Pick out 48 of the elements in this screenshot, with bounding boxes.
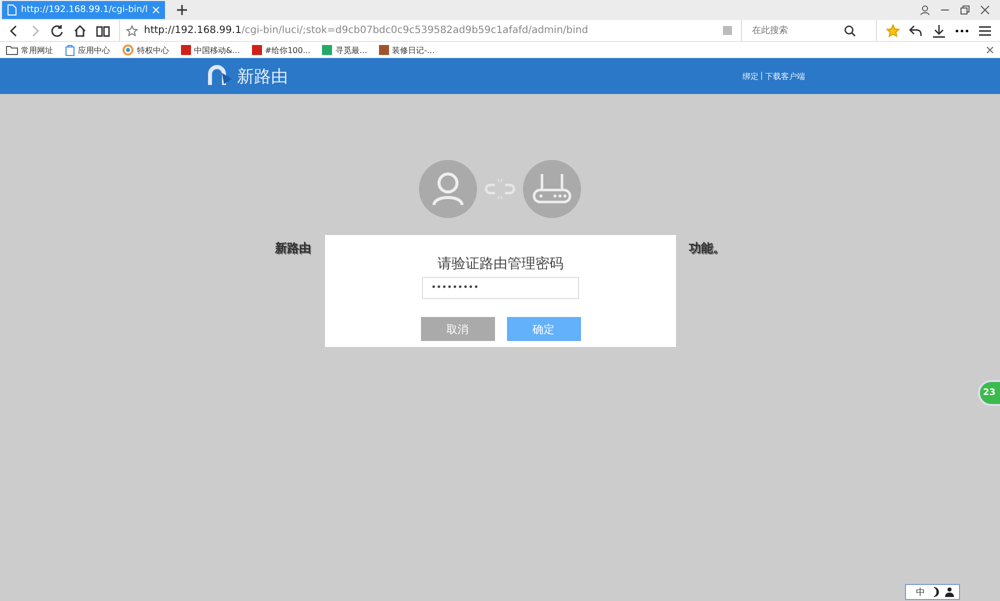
undo-arrow-icon[interactable] [909,24,923,38]
link-separator: | [760,70,763,82]
bookmark-item[interactable]: 寻觅最... [322,44,368,56]
bookmark-label: 应用中心 [78,44,110,56]
close-icon[interactable] [986,46,994,54]
close-icon[interactable] [980,5,990,15]
book-icon[interactable] [96,24,110,38]
logo-text: 新路由 [237,66,288,88]
bookmark-label: 中国移动&... [194,44,240,56]
new-tab-icon[interactable] [176,5,187,15]
bookmark-label: 常用网址 [21,44,53,56]
bookmark-label: 寻觅最... [335,44,368,56]
notice-text: 新路由 [275,240,311,257]
bookmark-label: 装修日记-... [392,44,435,56]
tab-title: http://192.168.99.1/cgi-bin/l [21,5,148,15]
menu-icon[interactable] [978,24,992,38]
page-icon [7,4,17,16]
address-field[interactable]: http://192.168.99.1/cgi-bin/luci/;stok=d9cb07bdc0c9c539582ad9b59c1afafd/admin/bind [144,25,588,36]
search-field[interactable]: 在此搜索 [750,24,844,36]
broken-link-icon [482,177,518,201]
bookmark-item[interactable]: 应用中心 [65,44,110,56]
star-outline-icon[interactable] [126,24,138,36]
bookmark-item[interactable]: #给你100... [252,44,310,56]
bookmark-item[interactable]: 装修日记-... [379,44,435,56]
home-icon[interactable] [73,24,87,38]
restore-icon[interactable] [960,5,970,15]
dialog-title: 请验证路由管理密码 [438,255,564,273]
bookmark-item[interactable]: 特权中心 [122,44,169,56]
bookmark-label: #给你100... [264,44,310,56]
user-icon[interactable] [920,5,930,15]
bookmark-item[interactable]: 中国移动&... [181,44,240,56]
password-field[interactable]: ••••••••• [422,277,579,299]
bookmark-item[interactable]: 常用网址 [6,44,53,56]
ime-toolbar[interactable]: 中 [905,584,960,600]
download-icon[interactable] [932,24,946,38]
search-icon[interactable] [844,24,856,36]
reload-icon[interactable] [50,24,64,38]
header-link[interactable]: 下载客户端 [765,70,805,82]
ime-mode-label: 中 [916,586,925,598]
notice-text: 功能。 [689,240,725,257]
bag-icon [65,44,75,56]
person-icon [945,587,954,597]
bookmark-label: 特权中心 [137,44,169,56]
folder-icon [6,45,18,55]
header-link[interactable]: 绑定 [742,70,758,82]
crescent-icon [931,587,939,597]
star-icon[interactable] [886,24,900,38]
ring-icon [122,44,134,56]
